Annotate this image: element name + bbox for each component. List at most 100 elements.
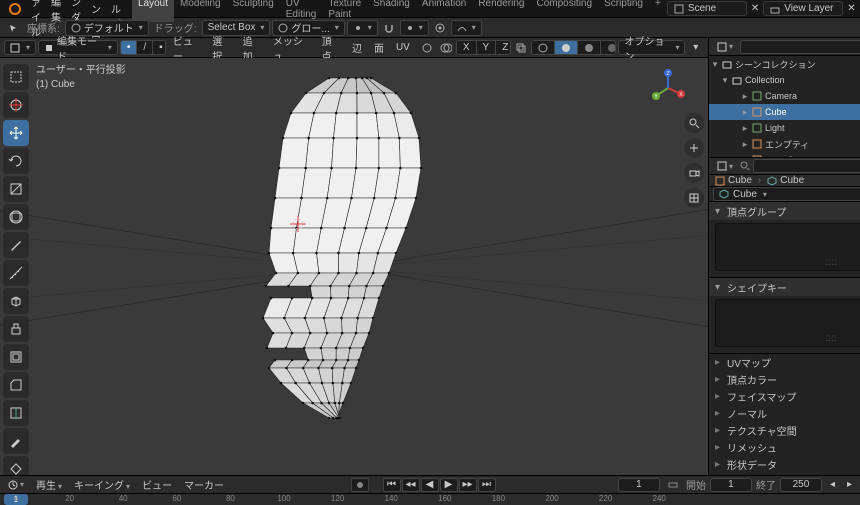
marker-menu[interactable]: マーカー — [180, 477, 228, 492]
outliner-tree[interactable]: ▾シーンコレクション ▾Collection☑👁 ▸Camera👁▸Cube👁▸… — [709, 56, 860, 157]
jump-end[interactable]: ⏭ — [478, 478, 496, 492]
mirror-y[interactable]: Y — [477, 41, 497, 54]
section-collapsed[interactable]: ▸形状データ — [709, 456, 860, 473]
viewlayer-field[interactable]: View Layer — [763, 1, 843, 16]
select-box-tool[interactable] — [3, 64, 29, 90]
proportional-dropdown[interactable] — [451, 20, 482, 36]
mirror-z[interactable]: Z — [496, 41, 510, 54]
rotate-tool[interactable] — [3, 148, 29, 174]
ws-scripting[interactable]: Scripting — [598, 0, 649, 22]
zoom-icon[interactable] — [684, 113, 704, 133]
vertex-select[interactable]: • — [121, 41, 138, 54]
play-reverse[interactable]: ◀ — [421, 478, 439, 492]
scene-collection-node[interactable]: ▾シーンコレクション — [709, 56, 860, 72]
section-collapsed[interactable]: ▸リメッシュ — [709, 439, 860, 456]
start-frame[interactable]: 1 — [710, 478, 752, 492]
shapekeys-list[interactable]: +− :::: — [715, 299, 860, 347]
section-collapsed[interactable]: ▸テクスチャ空間 — [709, 422, 860, 439]
shading-popover[interactable]: ▾ — [687, 40, 704, 55]
timeline-scroll-right[interactable]: ▸ — [843, 477, 856, 493]
viewlayer-new[interactable]: ✕ — [843, 1, 859, 17]
rendered-shading[interactable] — [601, 41, 616, 54]
current-frame[interactable]: 1 — [618, 478, 660, 492]
pan-icon[interactable] — [684, 138, 704, 158]
ws-modeling[interactable]: Modeling — [174, 0, 227, 22]
axis-gizmo[interactable]: X Y Z — [648, 68, 688, 108]
overlays-toggle[interactable] — [437, 40, 454, 55]
scale-tool[interactable] — [3, 176, 29, 202]
props-type[interactable] — [713, 158, 737, 174]
add-cube-tool[interactable] — [3, 288, 29, 314]
knife-tool[interactable] — [3, 428, 29, 454]
solid-shading[interactable] — [555, 41, 578, 54]
snap-dropdown[interactable] — [400, 20, 429, 36]
props-search[interactable] — [753, 159, 860, 173]
vertex-groups-header[interactable]: ▾頂点グループ — [709, 202, 860, 220]
3d-viewport[interactable]: ユーザー・平行投影 (1) Cube X Y Z — [0, 58, 708, 475]
cursor-tool[interactable] — [3, 92, 29, 118]
view-gizmos[interactable] — [419, 40, 436, 55]
extrude-tool[interactable] — [3, 316, 29, 342]
options-dropdown[interactable]: オプション — [618, 40, 685, 55]
polybuild-tool[interactable] — [3, 456, 29, 475]
bevel-tool[interactable] — [3, 372, 29, 398]
outliner-item[interactable]: ▸Camera👁 — [709, 88, 860, 104]
face-select[interactable]: ▪ — [153, 41, 166, 54]
timeline-scroll-left[interactable]: ◂ — [826, 477, 839, 493]
annotate-tool[interactable] — [3, 232, 29, 258]
ws-compositing[interactable]: Compositing — [530, 0, 598, 22]
ws-sculpting[interactable]: Sculpting — [227, 0, 280, 22]
end-frame[interactable]: 250 — [780, 478, 822, 492]
outliner-item[interactable]: ▸エンプティ.001👁 — [709, 152, 860, 157]
section-collapsed[interactable]: ▸フェイスマップ — [709, 388, 860, 405]
loopcut-tool[interactable] — [3, 400, 29, 426]
outliner-item[interactable]: ▸エンプティ👁 — [709, 136, 860, 152]
next-key[interactable]: ▸▸ — [459, 478, 477, 492]
app-logo[interactable] — [4, 1, 26, 17]
ws-uvediting[interactable]: UV Editing — [280, 0, 323, 22]
ws-layout[interactable]: Layout — [132, 0, 174, 22]
edge-menu[interactable]: 辺 — [347, 40, 367, 55]
mode-dropdown[interactable]: 編集モード — [38, 40, 118, 55]
cursor-tool-icon[interactable] — [4, 20, 22, 36]
camera-icon[interactable] — [684, 163, 704, 183]
outliner-type[interactable] — [713, 39, 737, 55]
vertex-groups-list[interactable]: +− :::: — [715, 223, 860, 271]
ws-texturepaint[interactable]: Texture Paint — [322, 0, 367, 22]
outliner-item[interactable]: ▸Cube👁 — [709, 104, 860, 120]
editor-type-dropdown[interactable] — [4, 40, 36, 55]
xray-toggle[interactable] — [513, 40, 530, 55]
wireframe-shading[interactable] — [532, 41, 555, 54]
outliner-search[interactable] — [740, 40, 860, 54]
mirror-x[interactable]: X — [457, 41, 477, 54]
mesh-datablock-dropdown[interactable]: Cube — [713, 187, 860, 201]
inset-tool[interactable] — [3, 344, 29, 370]
edge-select[interactable]: / — [137, 41, 153, 54]
section-collapsed[interactable]: ▸ノーマル — [709, 405, 860, 422]
play[interactable]: ▶ — [440, 478, 458, 492]
autokey-toggle[interactable] — [351, 478, 369, 492]
section-collapsed[interactable]: ▸頂点カラー — [709, 371, 860, 388]
move-tool[interactable] — [3, 120, 29, 146]
range-toggle[interactable] — [664, 477, 682, 493]
material-shading[interactable] — [578, 41, 601, 54]
proportional-toggle[interactable] — [431, 20, 449, 36]
section-collapsed[interactable]: ▸UVマップ — [709, 354, 860, 371]
scene-field[interactable]: Scene — [667, 1, 747, 16]
timeline-ruler[interactable]: 1 020406080100120140160180200220240 — [0, 494, 860, 505]
pivot-dropdown[interactable] — [347, 20, 378, 36]
transform-tool[interactable] — [3, 204, 29, 230]
ws-shading[interactable]: Shading — [367, 0, 416, 22]
ws-add[interactable]: + — [649, 0, 667, 22]
ws-rendering[interactable]: Rendering — [472, 0, 530, 22]
face-menu[interactable]: 面 — [369, 40, 389, 55]
prev-key[interactable]: ◂◂ — [402, 478, 420, 492]
keying-menu[interactable]: キーイング — [70, 477, 134, 492]
scene-new[interactable]: ✕ — [747, 1, 763, 17]
timeline-type[interactable] — [4, 477, 28, 493]
uv-menu[interactable]: UV — [391, 42, 415, 53]
shapekeys-header[interactable]: ▾シェイプキー — [709, 278, 860, 296]
playback-menu[interactable]: 再生 — [32, 477, 66, 492]
jump-start[interactable]: ⏮ — [383, 478, 401, 492]
measure-tool[interactable] — [3, 260, 29, 286]
